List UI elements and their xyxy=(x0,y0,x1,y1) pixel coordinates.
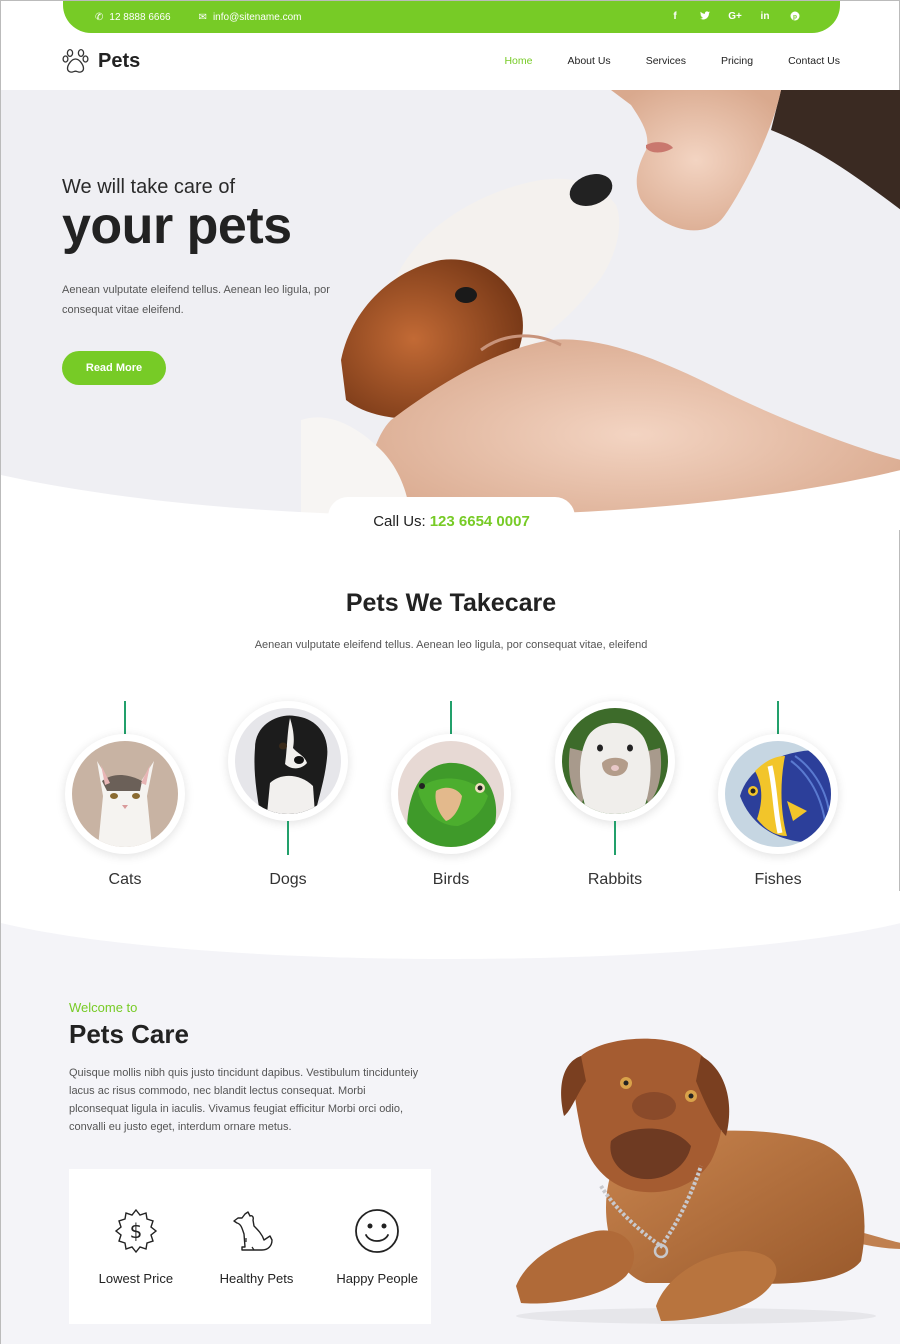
pet-label: Rabbits xyxy=(587,871,643,888)
pets-section-subtitle: Aenean vulputate eleifend tellus. Aenean… xyxy=(254,639,648,651)
pet-label: Birds xyxy=(432,871,470,888)
cat-image xyxy=(72,741,178,847)
feature-label: Happy People xyxy=(336,1271,419,1286)
feature-label: Lowest Price xyxy=(98,1271,174,1286)
twitter-icon[interactable] xyxy=(690,10,720,24)
svg-text:p: p xyxy=(793,13,797,20)
feature-happy-people: Happy People xyxy=(323,1169,431,1324)
bird-image xyxy=(398,741,504,847)
pet-label: Dogs xyxy=(269,871,307,888)
pet-card-cats[interactable]: Cats xyxy=(65,701,185,901)
phone-icon: ✆ xyxy=(95,11,104,23)
pinterest-icon[interactable]: p xyxy=(780,11,810,24)
features-card: $ Lowest Price Healthy Pets Happy People xyxy=(69,1169,431,1324)
phone-number: 12 8888 6666 xyxy=(109,11,171,23)
hero-title: your pets xyxy=(62,197,292,255)
nav-about-us[interactable]: About Us xyxy=(567,55,610,67)
hero-description: Aenean vulputate eleifend tellus. Aenean… xyxy=(62,284,330,316)
connector-line xyxy=(614,821,616,855)
social-links: f G+ in p xyxy=(660,11,810,24)
nav-contact-us[interactable]: Contact Us xyxy=(788,55,840,67)
smiley-icon xyxy=(355,1209,400,1253)
pet-card-dogs[interactable]: Dogs xyxy=(228,701,348,901)
connector-line xyxy=(124,701,126,735)
site-header: Pets Home About Us Services Pricing Cont… xyxy=(1,33,900,90)
email-address: info@sitename.com xyxy=(212,11,302,23)
pet-card-fishes[interactable]: Fishes xyxy=(718,701,838,901)
envelope-icon: ✉ xyxy=(198,11,207,23)
fish-image xyxy=(725,741,831,847)
dollar-badge-icon: $ xyxy=(114,1208,157,1254)
rabbit-image xyxy=(562,708,668,814)
mastiff-dog-image xyxy=(516,1038,900,1324)
call-us-label: Call Us: xyxy=(373,512,426,530)
welcome-label: Welcome to xyxy=(69,1000,138,1015)
call-us-tab: Call Us: 123 6654 0007 xyxy=(328,497,575,545)
email-contact[interactable]: ✉ info@sitename.com xyxy=(199,12,302,23)
pet-label: Fishes xyxy=(754,871,802,888)
connector-line xyxy=(777,701,779,735)
feature-healthy-pets: Healthy Pets xyxy=(203,1169,311,1324)
pet-card-birds[interactable]: Birds xyxy=(391,701,511,901)
pet-label: Cats xyxy=(108,871,142,888)
pet-card-rabbits[interactable]: Rabbits xyxy=(555,701,675,901)
logo-text: Pets xyxy=(98,49,141,72)
main-nav: Home About Us Services Pricing Contact U… xyxy=(469,55,840,67)
read-more-button[interactable]: Read More xyxy=(62,351,166,385)
call-us-number[interactable]: 123 6654 0007 xyxy=(430,513,530,530)
nav-pricing[interactable]: Pricing xyxy=(721,55,753,67)
connector-line xyxy=(450,701,452,735)
connector-line xyxy=(287,821,289,855)
google-plus-icon[interactable]: G+ xyxy=(720,11,750,24)
pet-avatar xyxy=(718,734,838,854)
nav-services[interactable]: Services xyxy=(646,55,686,67)
dog-image xyxy=(235,708,341,814)
dog-icon xyxy=(232,1211,273,1251)
welcome-text: Quisque mollis nibh quis justo tincidunt… xyxy=(69,1067,419,1133)
top-bar: ✆ 12 8888 6666 ✉ info@sitename.com f G+ … xyxy=(63,1,840,33)
feature-lowest-price: $ Lowest Price xyxy=(82,1169,190,1324)
phone-contact[interactable]: ✆ 12 8888 6666 xyxy=(95,12,171,23)
paw-icon xyxy=(62,48,89,73)
hero-image-woman-with-dog xyxy=(301,90,900,530)
facebook-icon[interactable]: f xyxy=(660,11,690,24)
contact-info: ✆ 12 8888 6666 ✉ info@sitename.com xyxy=(95,12,329,23)
welcome-curve-divider xyxy=(1,891,900,966)
welcome-title: Pets Care xyxy=(69,1019,189,1049)
pets-section-title: Pets We Takecare xyxy=(345,589,557,617)
pet-avatar xyxy=(391,734,511,854)
pet-avatar xyxy=(228,701,348,821)
feature-label: Healthy Pets xyxy=(219,1271,294,1286)
pet-avatar xyxy=(65,734,185,854)
logo[interactable]: Pets xyxy=(62,48,140,74)
linkedin-icon[interactable]: in xyxy=(750,11,780,24)
hero-section: We will take care of your pets Aenean vu… xyxy=(1,90,900,530)
nav-home[interactable]: Home xyxy=(504,55,532,67)
svg-text:$: $ xyxy=(129,1219,142,1243)
pet-avatar xyxy=(555,701,675,821)
